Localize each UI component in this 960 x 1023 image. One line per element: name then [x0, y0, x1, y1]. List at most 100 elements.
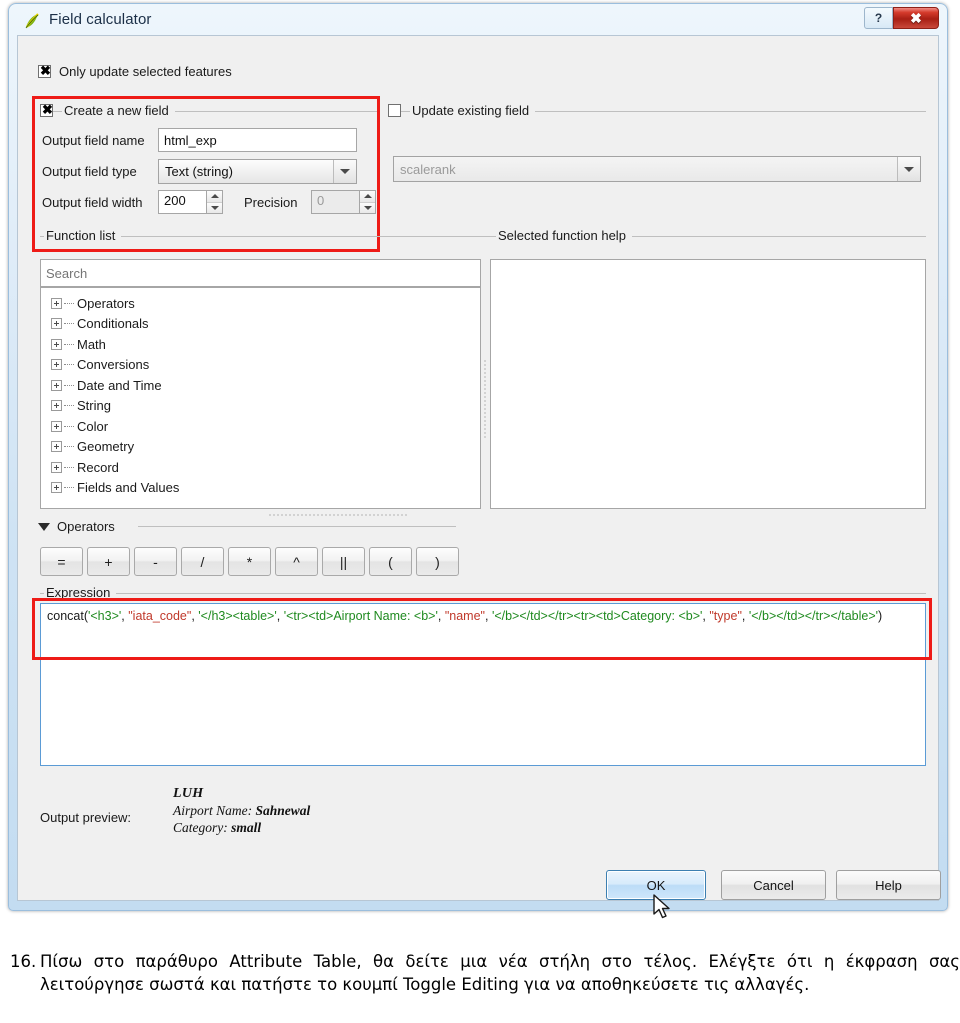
update-existing-field-checkbox[interactable]	[388, 104, 401, 117]
window-title: Field calculator	[49, 11, 152, 28]
tree-item[interactable]: String	[41, 396, 480, 417]
preview-row: Airport Name: Sahnewal	[173, 803, 573, 819]
function-list-tree[interactable]: Operators Conditionals Math Conversions …	[40, 287, 481, 509]
only-update-selected-checkbox[interactable]	[38, 63, 52, 78]
tree-item-label: Conditionals	[77, 316, 149, 332]
operator-button-concat[interactable]: ||	[322, 547, 365, 576]
tree-item-label: Math	[77, 336, 106, 352]
output-field-name-label: Output field name	[42, 133, 145, 148]
expand-icon[interactable]	[51, 338, 62, 350]
tree-item[interactable]: Date and Time	[41, 375, 480, 396]
tree-item-label: Color	[77, 418, 109, 434]
expression-token-plain: ,	[437, 609, 445, 623]
vertical-splitter[interactable]	[482, 291, 487, 506]
existing-field-combo[interactable]: scalerank	[393, 156, 921, 182]
selected-function-help-group: Selected function help	[478, 228, 926, 243]
caption-text: Πίσω στο παράθυρο Attribute Table, θα δε…	[40, 952, 960, 994]
precision-stepper[interactable]	[359, 190, 376, 214]
output-field-type-label: Output field type	[42, 164, 137, 179]
qgis-leaf-icon	[25, 13, 39, 29]
caption-block: 16. Πίσω στο παράθυρο Attribute Table, θ…	[8, 950, 960, 996]
output-field-width-value[interactable]: 200	[158, 190, 206, 214]
tree-item-label: Record	[77, 459, 119, 475]
expression-title: Expression	[44, 585, 117, 600]
expression-token-str: '</b></td></tr></table>'	[748, 609, 879, 623]
expression-editor[interactable]: concat('<h3>', "iata_code", '</h3><table…	[40, 603, 926, 766]
tree-item[interactable]: Color	[41, 416, 480, 437]
selected-function-help-panel[interactable]	[490, 259, 926, 509]
only-update-selected-label: Only update selected features	[59, 64, 232, 79]
expand-icon[interactable]	[51, 420, 62, 432]
tree-item[interactable]: Conversions	[41, 355, 480, 376]
operator-button-multiply[interactable]: *	[228, 547, 271, 576]
tree-item-label: Fields and Values	[77, 480, 180, 496]
update-existing-field-label: Update existing field	[412, 103, 530, 118]
tree-item[interactable]: Math	[41, 334, 480, 355]
expression-text: concat('<h3>', "iata_code", '</h3><table…	[47, 609, 882, 623]
output-field-width-stepper[interactable]	[206, 190, 223, 214]
operator-button-open-paren[interactable]: (	[369, 547, 412, 576]
operator-button-close-paren[interactable]: )	[416, 547, 459, 576]
preview-row-value: small	[231, 820, 262, 835]
output-field-width-spinner[interactable]: 200	[158, 190, 223, 214]
ok-button[interactable]: OK	[606, 870, 706, 900]
operator-button-equals[interactable]: =	[40, 547, 83, 576]
chevron-down-icon[interactable]	[333, 160, 356, 183]
expand-icon[interactable]	[51, 379, 62, 391]
function-list-items: Operators Conditionals Math Conversions …	[41, 288, 480, 498]
operator-button-divide[interactable]: /	[181, 547, 224, 576]
stepper-up-icon[interactable]	[360, 191, 375, 202]
output-preview-content: LUH Airport Name: Sahnewal Category: sma…	[173, 786, 573, 836]
tree-item-label: String	[77, 398, 111, 414]
stepper-down-icon[interactable]	[207, 201, 222, 213]
operator-button-minus[interactable]: -	[134, 547, 177, 576]
title-bar[interactable]: Field calculator ? ✖	[9, 4, 947, 37]
only-update-selected-row[interactable]: Only update selected features	[38, 63, 232, 79]
expression-token-str: '<h3>'	[88, 609, 122, 623]
help-titlebar-button[interactable]: ?	[864, 7, 893, 29]
expand-icon[interactable]	[51, 400, 62, 412]
tree-item[interactable]: Fields and Values	[41, 478, 480, 499]
expand-icon[interactable]	[51, 359, 62, 371]
operator-button-plus[interactable]: +	[87, 547, 130, 576]
chevron-down-icon[interactable]	[897, 157, 920, 181]
tree-item[interactable]: Operators	[41, 293, 480, 314]
expand-icon[interactable]	[51, 482, 62, 494]
help-button[interactable]: Help	[836, 870, 941, 900]
expand-icon[interactable]	[51, 441, 62, 453]
expand-icon[interactable]	[51, 461, 62, 473]
expression-token-fld: "type"	[709, 609, 742, 623]
tree-item[interactable]: Record	[41, 457, 480, 478]
preview-row-value: Sahnewal	[255, 803, 311, 818]
precision-value[interactable]: 0	[311, 190, 359, 214]
function-list-title: Function list	[44, 228, 122, 243]
operators-section-header[interactable]: Operators	[38, 519, 115, 534]
existing-field-value: scalerank	[400, 161, 456, 177]
cancel-button[interactable]: Cancel	[721, 870, 826, 900]
operators-section-label: Operators	[57, 519, 115, 534]
expand-icon[interactable]	[51, 318, 62, 330]
expand-icon[interactable]	[51, 297, 62, 309]
expression-token-fld: "iata_code"	[128, 609, 192, 623]
stepper-down-icon[interactable]	[360, 201, 375, 213]
tree-item[interactable]: Conditionals	[41, 314, 480, 335]
horizontal-splitter[interactable]	[188, 512, 488, 517]
preview-row-key: Category:	[173, 820, 228, 835]
expression-token-str: '</b></td></tr><tr><td>Category: <b>'	[491, 609, 703, 623]
expression-token-plain: ,	[276, 609, 284, 623]
precision-spinner[interactable]: 0	[311, 190, 376, 214]
tree-item[interactable]: Geometry	[41, 437, 480, 458]
output-field-name-input[interactable]	[158, 128, 357, 152]
output-field-type-combo[interactable]: Text (string)	[158, 159, 357, 184]
expression-token-plain: )	[878, 609, 883, 623]
preview-row: Category: small	[173, 820, 573, 836]
preview-heading: LUH	[173, 786, 204, 801]
output-preview-label: Output preview:	[40, 810, 132, 825]
operator-button-power[interactable]: ^	[275, 547, 318, 576]
precision-label: Precision	[244, 195, 298, 210]
close-button[interactable]: ✖	[893, 7, 939, 29]
function-search-input[interactable]	[40, 259, 481, 287]
expression-group: Expression	[40, 585, 926, 600]
stepper-up-icon[interactable]	[207, 191, 222, 202]
create-new-field-checkbox[interactable]	[40, 102, 54, 117]
